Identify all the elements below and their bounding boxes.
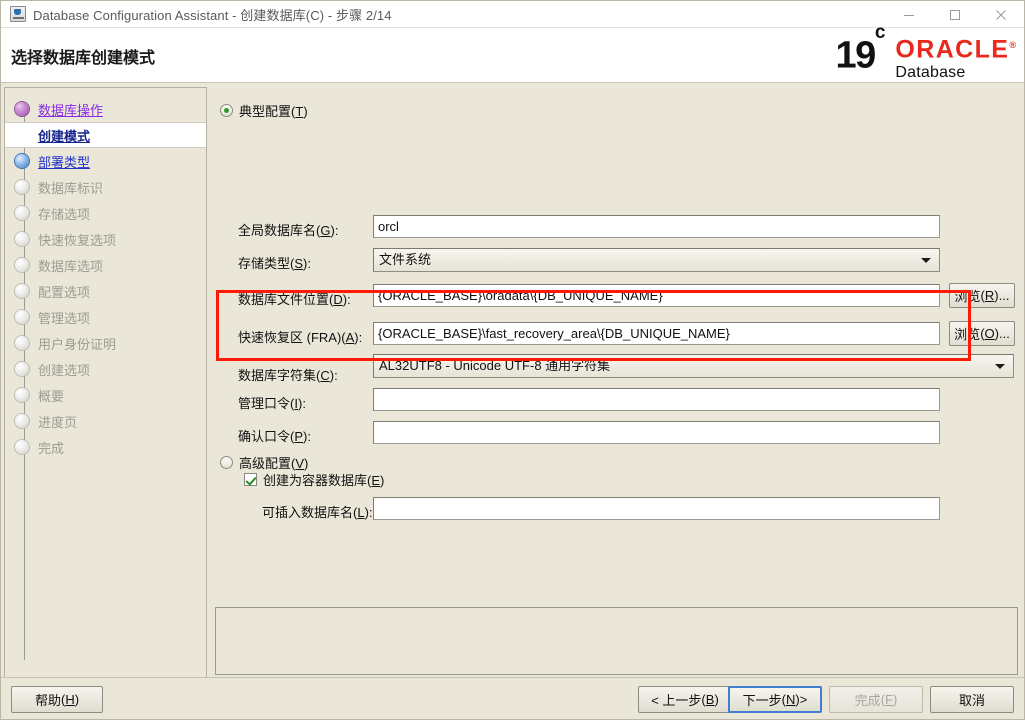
sidebar-step-5: 存储选项 — [5, 200, 206, 226]
sidebar-step-2[interactable]: 创建模式 — [5, 122, 206, 148]
sidebar-step-label: 存储选项 — [38, 206, 91, 222]
db-file-location-label: 数据库文件位置(D): — [238, 292, 351, 307]
pdb-name-input[interactable] — [373, 497, 940, 520]
sidebar-step-label: 用户身份证明 — [38, 336, 117, 352]
sidebar-step-label: 快速恢复选项 — [38, 232, 117, 248]
sidebar-step-label: 数据库标识 — [38, 180, 104, 196]
step-status-icon — [15, 414, 29, 428]
next-button[interactable]: 下一步(N) > — [728, 686, 822, 713]
sidebar-step-label: 创建选项 — [38, 362, 91, 378]
sidebar-step-13: 进度页 — [5, 408, 206, 434]
step-status-icon — [15, 284, 29, 298]
storage-type-label: 存储类型(S): — [238, 256, 311, 271]
help-button[interactable]: 帮助(H) — [11, 686, 103, 713]
charset-label: 数据库字符集(C): — [238, 368, 338, 383]
step-status-icon — [15, 128, 29, 142]
sidebar-step-8: 配置选项 — [5, 278, 206, 304]
sidebar-step-label: 管理选项 — [38, 310, 91, 326]
close-icon[interactable] — [978, 1, 1024, 28]
minimize-icon[interactable] — [886, 1, 932, 28]
cancel-button[interactable]: 取消 — [930, 686, 1014, 713]
fra-label: 快速恢复区 (FRA)(A): — [238, 330, 363, 345]
sidebar-step-label: 创建模式 — [38, 128, 91, 144]
step-sidebar: 数据库操作创建模式部署类型数据库标识存储选项快速恢复选项 数据库选项配置选项管理选… — [4, 87, 207, 679]
pdb-name-label: 可插入数据库名(L): — [262, 505, 373, 520]
admin-password-label: 管理口令(I): — [238, 396, 306, 411]
java-app-icon — [10, 6, 26, 22]
oracle-brand-logo: 19c ORACLE® Database — [835, 21, 1016, 82]
window-title: Database Configuration Assistant - 创建数据库… — [33, 7, 392, 23]
maximize-icon[interactable] — [932, 1, 978, 28]
step-status-icon — [15, 336, 29, 350]
header-banner: 选择数据库创建模式 19c ORACLE® Database — [1, 21, 1024, 83]
oracle-version: 19c — [835, 21, 886, 77]
window-controls — [886, 1, 1024, 28]
step-status-icon — [15, 102, 29, 116]
finish-button: 完成(F) — [829, 686, 923, 713]
sidebar-step-1[interactable]: 数据库操作 — [5, 96, 206, 122]
storage-type-value: 文件系统 — [379, 252, 432, 267]
radio-indicator-advanced — [220, 456, 233, 469]
sidebar-step-label: 数据库操作 — [38, 102, 104, 118]
main-panel: 典型配置(T) 全局数据库名(G): orcl 存储类型(S): 文件系统 数据… — [212, 87, 1021, 603]
step-status-icon — [15, 232, 29, 246]
charset-dropdown[interactable]: AL32UTF8 - Unicode UTF-8 通用字符集 — [373, 354, 1014, 378]
browse-fra-button[interactable]: 浏览(O)... — [949, 321, 1015, 346]
oracle-product-subtitle: Database — [895, 64, 966, 82]
step-status-icon — [15, 362, 29, 376]
step-status-icon — [15, 154, 29, 168]
sidebar-step-6: 快速恢复选项 — [5, 226, 206, 252]
sidebar-step-14: 完成 — [5, 434, 206, 460]
charset-value: AL32UTF8 - Unicode UTF-8 通用字符集 — [379, 358, 611, 373]
oracle-wordmark: ORACLE® — [895, 35, 1016, 64]
confirm-password-input[interactable] — [373, 421, 940, 444]
checkbox-indicator-container-db — [244, 473, 257, 486]
step-status-icon — [15, 310, 29, 324]
sidebar-step-10: 用户身份证明 — [5, 330, 206, 356]
sidebar-step-label: 部署类型 — [38, 154, 91, 170]
sidebar-step-label: 进度页 — [38, 414, 78, 430]
typical-config-label: 典型配置(T) — [239, 104, 308, 119]
step-status-icon — [15, 440, 29, 454]
footer-bar: 帮助(H) < 上一步(B) 下一步(N) > 完成(F) 取消 — [1, 677, 1024, 719]
chevron-down-icon — [995, 364, 1005, 369]
radio-indicator-typical — [220, 104, 233, 117]
container-db-label: 创建为容器数据库(E) — [263, 473, 385, 488]
sidebar-step-3[interactable]: 部署类型 — [5, 148, 206, 174]
sidebar-step-label: 配置选项 — [38, 284, 91, 300]
sidebar-step-label: 完成 — [38, 440, 65, 456]
global-db-name-input[interactable]: orcl — [373, 215, 940, 238]
sidebar-step-12: 概要 — [5, 382, 206, 408]
step-status-icon — [15, 206, 29, 220]
browse-db-file-location-button[interactable]: 浏览(R)... — [949, 283, 1015, 308]
confirm-password-label: 确认口令(P): — [238, 429, 311, 444]
admin-password-input[interactable] — [373, 388, 940, 411]
sidebar-step-label: 数据库选项 — [38, 258, 104, 274]
dbca-window: Database Configuration Assistant - 创建数据库… — [0, 0, 1025, 720]
sidebar-step-9: 管理选项 — [5, 304, 206, 330]
sidebar-step-4: 数据库标识 — [5, 174, 206, 200]
sidebar-step-11: 创建选项 — [5, 356, 206, 382]
title-bar: Database Configuration Assistant - 创建数据库… — [1, 1, 1024, 28]
back-button[interactable]: < 上一步(B) — [638, 686, 732, 713]
step-status-icon — [15, 388, 29, 402]
sidebar-step-label: 概要 — [38, 388, 65, 404]
advanced-config-radio[interactable]: 高级配置(V) — [220, 453, 308, 472]
container-db-checkbox[interactable]: 创建为容器数据库(E) — [244, 470, 384, 489]
advanced-config-label: 高级配置(V) — [239, 456, 309, 471]
db-file-location-input[interactable]: {ORACLE_BASE}\oradata\{DB_UNIQUE_NAME} — [373, 284, 940, 307]
step-status-icon — [15, 258, 29, 272]
typical-config-radio[interactable]: 典型配置(T) — [220, 101, 308, 120]
page-title: 选择数据库创建模式 — [11, 50, 156, 67]
storage-type-dropdown[interactable]: 文件系统 — [373, 248, 940, 272]
sidebar-step-7: 数据库选项 — [5, 252, 206, 278]
message-panel — [215, 607, 1018, 675]
global-db-name-label: 全局数据库名(G): — [238, 223, 339, 238]
fra-input[interactable]: {ORACLE_BASE}\fast_recovery_area\{DB_UNI… — [373, 322, 940, 345]
step-status-icon — [15, 180, 29, 194]
chevron-down-icon — [921, 258, 931, 263]
